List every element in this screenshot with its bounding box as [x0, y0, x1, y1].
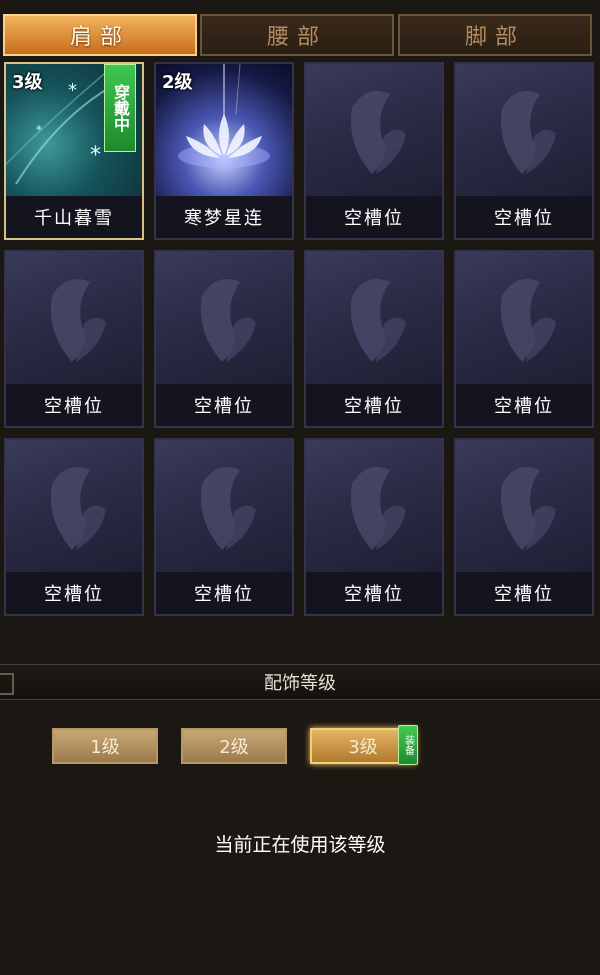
empty-slot[interactable]: 空槽位 [454, 62, 594, 240]
empty-slot[interactable]: 空槽位 [304, 62, 444, 240]
slot-name: 空槽位 [306, 196, 442, 238]
butterfly-icon [6, 252, 142, 386]
slot-name: 空槽位 [306, 572, 442, 614]
slot-name: 空槽位 [6, 384, 142, 426]
butterfly-icon [306, 440, 442, 574]
empty-slot[interactable]: 空槽位 [4, 250, 144, 428]
empty-slot[interactable]: 空槽位 [154, 438, 294, 616]
tab-bar: 肩部 腰部 脚部 [0, 14, 600, 58]
tab-waist[interactable]: 腰部 [200, 14, 394, 56]
level-1-button[interactable]: 1级 [52, 728, 158, 764]
svg-text:*: * [68, 80, 77, 101]
butterfly-icon [156, 252, 292, 386]
slot-name: 空槽位 [6, 572, 142, 614]
slot-name: 空槽位 [456, 196, 592, 238]
empty-slot[interactable]: 空槽位 [304, 250, 444, 428]
butterfly-icon [456, 252, 592, 386]
empty-slot[interactable]: 空槽位 [304, 438, 444, 616]
wearing-badge: 穿戴中 [104, 64, 136, 152]
butterfly-icon [306, 64, 442, 198]
svg-text:*: * [90, 143, 101, 168]
empty-slot[interactable]: 空槽位 [154, 250, 294, 428]
tab-shoulder[interactable]: 肩部 [3, 14, 197, 56]
section-divider: 配饰等级 [0, 664, 600, 700]
slot-name: 寒梦星连 [156, 196, 292, 238]
accessory-slot[interactable]: * * * 3级 穿戴中 千山暮雪 [4, 62, 144, 240]
butterfly-icon [306, 252, 442, 386]
empty-slot[interactable]: 空槽位 [454, 250, 594, 428]
status-text: 当前正在使用该等级 [214, 834, 386, 856]
butterfly-icon [156, 440, 292, 574]
butterfly-icon [6, 440, 142, 574]
level-2-button[interactable]: 2级 [181, 728, 287, 764]
slot-name: 空槽位 [306, 384, 442, 426]
slot-name: 千山暮雪 [6, 196, 142, 238]
equipped-badge: 装备 [398, 725, 418, 765]
slot-name: 空槽位 [456, 384, 592, 426]
slot-name: 空槽位 [456, 572, 592, 614]
level-tag: 2级 [162, 72, 193, 93]
level-tag: 3级 [12, 72, 43, 93]
svg-text:*: * [36, 123, 42, 137]
empty-slot[interactable]: 空槽位 [4, 438, 144, 616]
section-title: 配饰等级 [264, 673, 336, 694]
tab-feet[interactable]: 脚部 [398, 14, 592, 56]
empty-slot[interactable]: 空槽位 [454, 438, 594, 616]
butterfly-icon [456, 440, 592, 574]
butterfly-icon [456, 64, 592, 198]
slot-name: 空槽位 [156, 384, 292, 426]
slot-name: 空槽位 [156, 572, 292, 614]
accessory-slot[interactable]: 2级 寒梦星连 [154, 62, 294, 240]
